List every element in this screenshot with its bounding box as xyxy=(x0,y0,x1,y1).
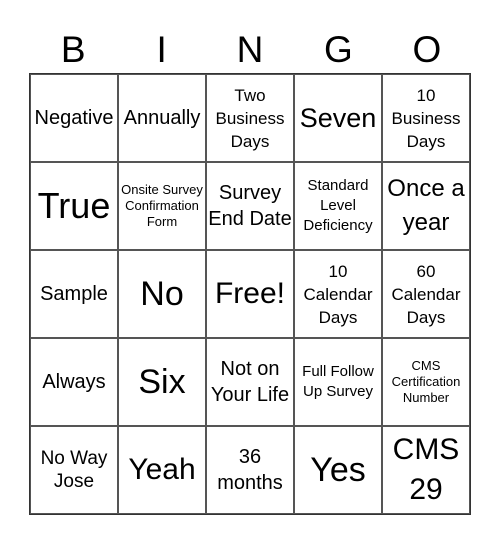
bingo-cell[interactable]: Yes xyxy=(294,426,382,514)
cell-text: Not on Your Life xyxy=(210,358,290,406)
bingo-cell[interactable]: CMS 29 xyxy=(382,426,470,514)
header-letter-o: O xyxy=(412,29,442,70)
cell-text: Sample xyxy=(40,283,108,305)
bingo-cell[interactable]: Yeah xyxy=(118,426,206,514)
header-letter-g: G xyxy=(324,29,353,70)
bingo-cell[interactable]: True xyxy=(30,162,118,250)
bingo-cell[interactable]: Not on Your Life xyxy=(206,338,294,426)
header-letter-i: I xyxy=(156,29,167,70)
cell-text: Two Business Days xyxy=(215,85,285,151)
bingo-cell free-space[interactable]: No xyxy=(118,250,206,338)
cell-text: 60 Calendar Days xyxy=(391,261,461,327)
cell-text: 10 Calendar Days xyxy=(303,261,373,327)
cell-text: Seven xyxy=(299,103,377,133)
bingo-cell[interactable]: Standard Level Deficiency xyxy=(294,162,382,250)
bingo-cell[interactable]: Annually xyxy=(118,74,206,162)
bingo-cell[interactable]: Full Follow Up Survey xyxy=(294,338,382,426)
cell-text: Standard Level Deficiency xyxy=(303,177,373,234)
free-space-cell[interactable]: Free! xyxy=(206,250,294,338)
bingo-cell[interactable]: Negative xyxy=(30,74,118,162)
cell-text: Once a year xyxy=(387,175,465,236)
cell-text: 10 Business Days xyxy=(391,85,461,151)
header-letter-n: N xyxy=(236,29,264,70)
cell-text: Always xyxy=(42,371,106,393)
cell-text: CMS Certification Number xyxy=(391,358,461,405)
bingo-card: Negative Annually Two Business Days Seve… xyxy=(29,73,471,515)
bingo-cell[interactable]: Two Business Days xyxy=(206,74,294,162)
bingo-cell[interactable]: Onsite Survey Confirmation Form xyxy=(118,162,206,250)
bingo-cell[interactable]: Six xyxy=(118,338,206,426)
bingo-cell[interactable]: Always xyxy=(30,338,118,426)
cell-text: No xyxy=(140,275,184,313)
bingo-cell[interactable]: 10 Calendar Days xyxy=(294,250,382,338)
cell-text: Onsite Survey Confirmation Form xyxy=(121,182,203,229)
bingo-cell[interactable]: 36 months xyxy=(206,426,294,514)
bingo-cell[interactable]: Sample xyxy=(30,250,118,338)
cell-text: Annually xyxy=(123,107,201,129)
bingo-header: B I N G O xyxy=(29,28,471,72)
bingo-cell[interactable]: Survey End Date xyxy=(206,162,294,250)
cell-text: Negative xyxy=(34,107,114,129)
cell-text: Yeah xyxy=(128,453,196,486)
cell-text: CMS 29 xyxy=(392,433,460,506)
bingo-cell[interactable]: CMS Certification Number xyxy=(382,338,470,426)
bingo-cell[interactable]: Once a year xyxy=(382,162,470,250)
cell-text: Full Follow Up Survey xyxy=(302,363,374,400)
bingo-cell[interactable]: 10 Business Days xyxy=(382,74,470,162)
cell-text: No Way Jose xyxy=(40,448,108,492)
cell-text: Survey End Date xyxy=(208,182,292,230)
header-letter-b: B xyxy=(60,29,86,70)
cell-text: True xyxy=(37,185,111,226)
cell-text: Yes xyxy=(310,451,366,489)
cell-text: 36 months xyxy=(217,446,283,494)
bingo-cell[interactable]: Seven xyxy=(294,74,382,162)
cell-text: Six xyxy=(138,363,186,401)
bingo-cell[interactable]: No Way Jose xyxy=(30,426,118,514)
bingo-cell[interactable]: 60 Calendar Days xyxy=(382,250,470,338)
cell-text: Free! xyxy=(214,277,286,310)
